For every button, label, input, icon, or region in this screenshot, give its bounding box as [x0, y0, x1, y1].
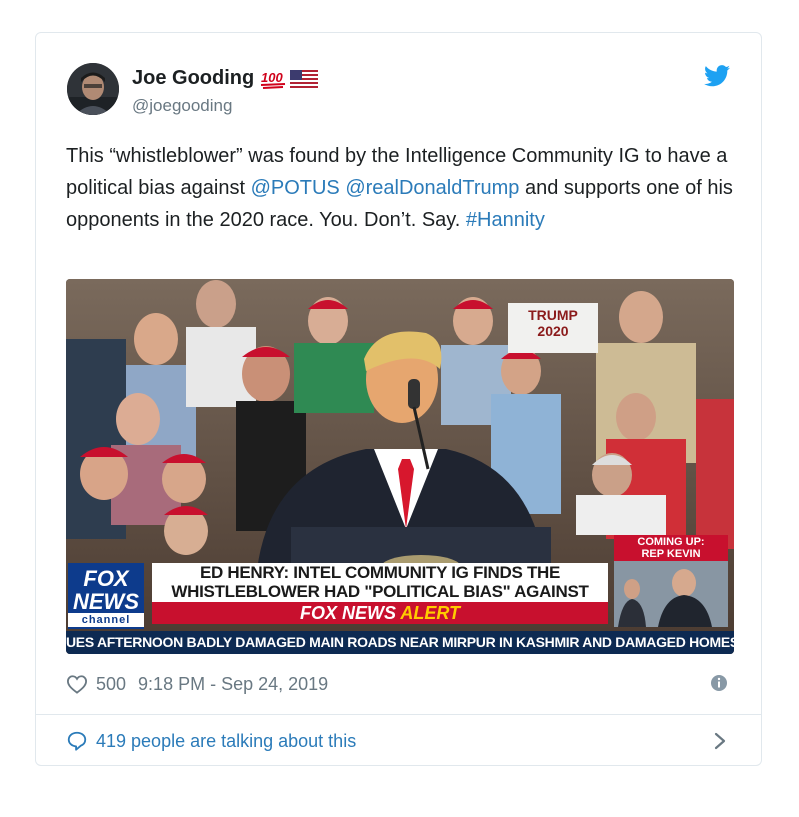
- hundred-emoji-icon: 100: [261, 70, 286, 89]
- author-name-row[interactable]: Joe Gooding 100: [132, 67, 319, 90]
- coming-up-inset-image: [614, 561, 728, 627]
- svg-text:100: 100: [261, 70, 283, 85]
- sign-text-line-2: 2020: [537, 323, 569, 339]
- inset-speaker-illustration: [614, 561, 728, 627]
- divider: [36, 714, 761, 715]
- lower-third-headline: ED HENRY: INTEL COMMUNITY IG FINDS THE W…: [152, 563, 608, 620]
- mention-potus-link[interactable]: @POTUS: [251, 177, 340, 199]
- sign-text-line-1: TRUMP: [528, 307, 578, 323]
- avatar[interactable]: [67, 63, 119, 115]
- headline-line-1: ED HENRY: INTEL COMMUNITY IG FINDS THE: [199, 563, 561, 582]
- coming-up-banner: COMING UP: REP KEVIN MCCARTHY: [614, 535, 728, 572]
- tweet-timestamp[interactable]: 9:18 PM - Sep 24, 2019: [138, 674, 328, 695]
- fox-news-channel-logo: FOX NEWS channel: [68, 563, 144, 629]
- logo-text-channel: channel: [68, 613, 144, 627]
- campaign-sign: TRUMP 2020: [508, 303, 598, 353]
- conversation-label[interactable]: 419 people are talking about this: [96, 731, 356, 752]
- info-icon[interactable]: [710, 674, 728, 692]
- heart-icon[interactable]: [66, 674, 88, 694]
- us-flag-icon: [290, 69, 319, 88]
- tweet-text: This “whistleblower” was found by the In…: [66, 140, 746, 236]
- logo-text-fox: FOX: [83, 566, 129, 591]
- fox-news-alert-bar: FOX NEWS ALERT: [152, 602, 608, 624]
- tweet-meta-row: 500 9:18 PM - Sep 24, 2019: [66, 671, 328, 697]
- alert-word: ALERT: [400, 603, 461, 623]
- logo-text-news: NEWS: [73, 589, 139, 614]
- tweet-media-image[interactable]: TRUMP 2020 COMING UP: REP KEVIN MCCARTHY…: [66, 279, 734, 654]
- author-name[interactable]: Joe Gooding: [132, 67, 254, 90]
- speech-bubble-icon: [67, 731, 87, 751]
- conversation-link[interactable]: 419 people are talking about this: [66, 727, 356, 755]
- chevron-right-icon[interactable]: [713, 731, 727, 751]
- news-ticker: UES AFTERNOON BADLY DAMAGED MAIN ROADS N…: [66, 631, 734, 654]
- mention-realdonaldtrump-link[interactable]: @realDonaldTrump: [345, 177, 519, 199]
- coming-up-line-1: COMING UP:: [637, 536, 705, 548]
- embedded-tweet-card: Joe Gooding 100 @joegooding This “whistl…: [35, 32, 762, 766]
- author-handle[interactable]: @joegooding: [132, 96, 232, 116]
- twitter-bird-icon[interactable]: [704, 65, 730, 87]
- hashtag-hannity-link[interactable]: #Hannity: [466, 209, 545, 231]
- like-count[interactable]: 500: [96, 674, 126, 695]
- name-emoji-badge: 100: [260, 69, 319, 89]
- alert-brand: FOX NEWS: [299, 603, 396, 623]
